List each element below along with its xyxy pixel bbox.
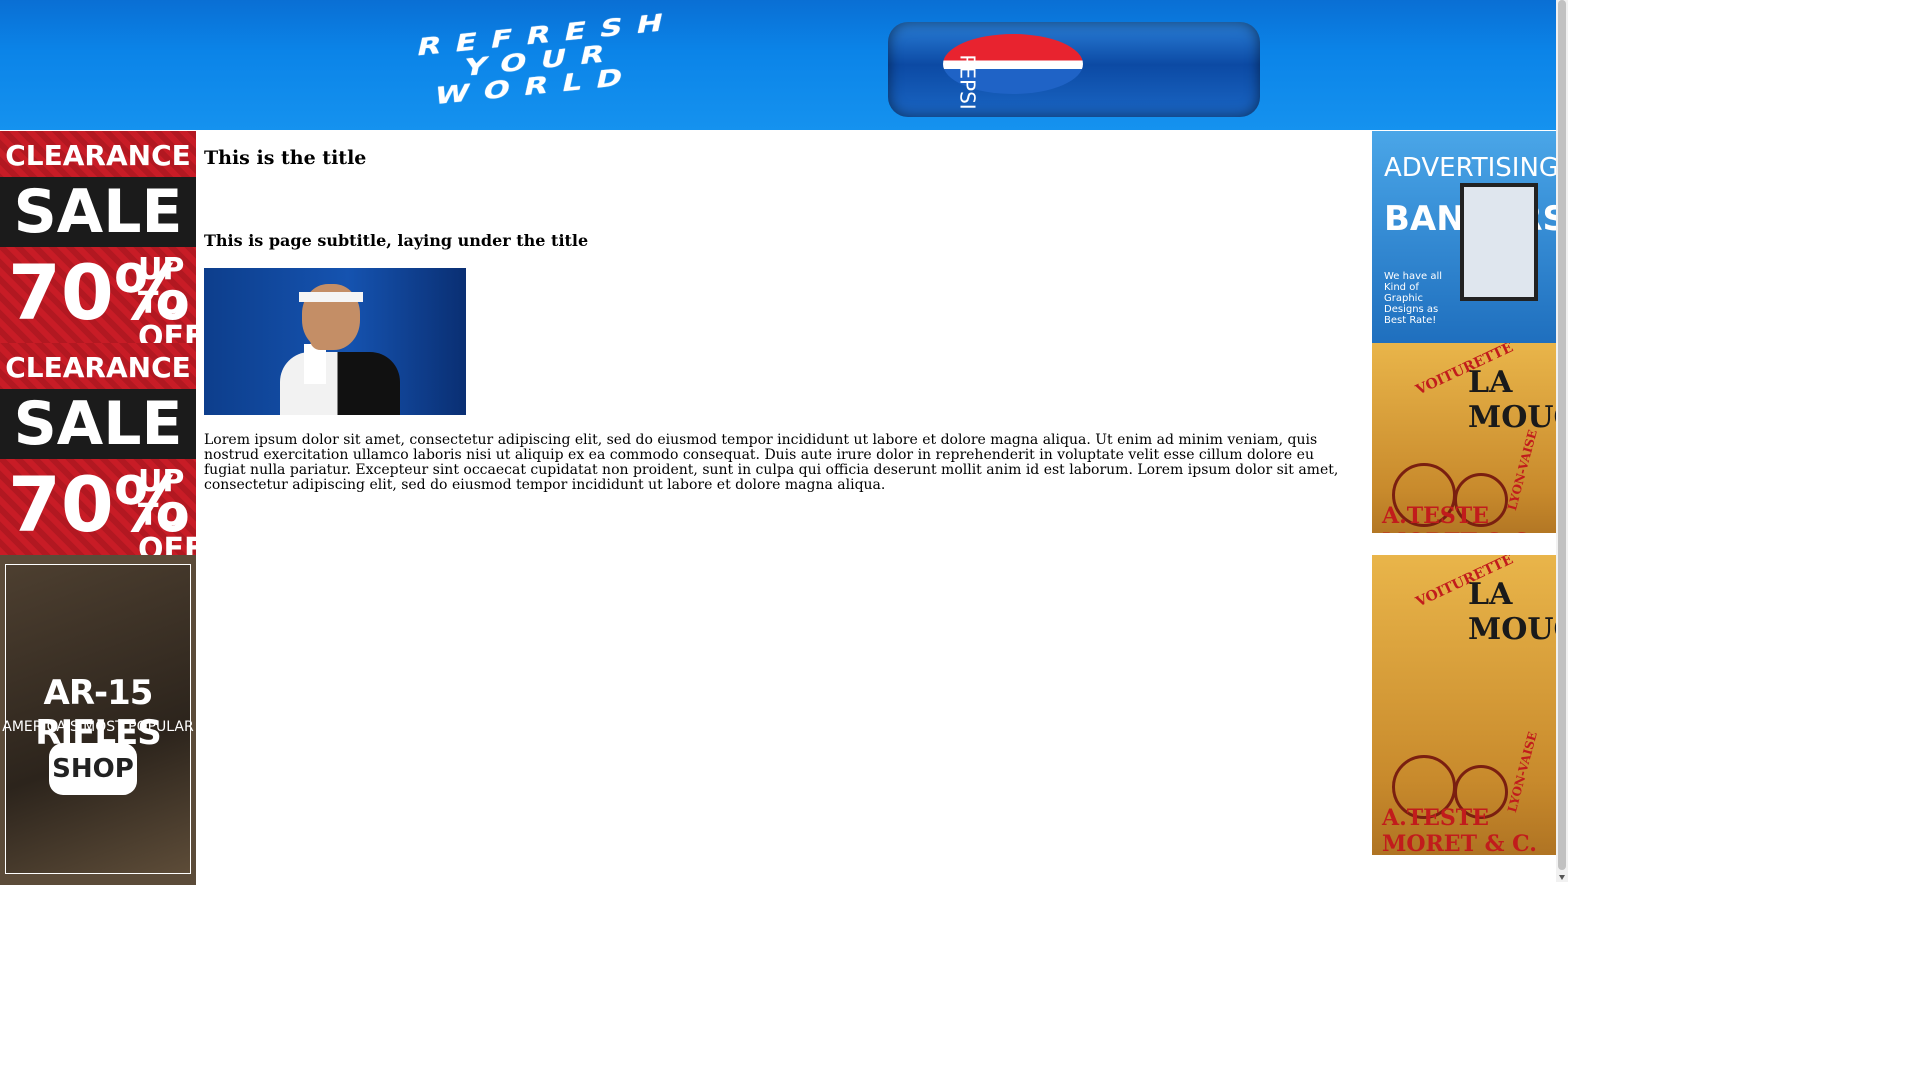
ad-caption: We have all Kind of Graphic Designs as B… — [1384, 271, 1443, 326]
advertising-banners-ad[interactable]: ADVERTISING BANNERS We have all Kind of … — [1372, 131, 1556, 343]
photo-headband — [299, 292, 363, 302]
can-brand: PEPSI — [955, 54, 980, 110]
scroll-down-arrow-icon[interactable] — [1559, 875, 1565, 880]
page-title: This is the title — [204, 147, 367, 169]
pepsi-can-image: PEPSI — [888, 22, 1260, 117]
ad-footer — [1372, 533, 1556, 555]
scrollbar-thumb[interactable] — [1558, 0, 1566, 870]
right-ad-column: ADVERTISING BANNERS We have all Kind of … — [1372, 131, 1556, 877]
photo-fist — [310, 324, 336, 350]
vintage-poster-ad[interactable]: VOITURETTE LA MOUCHE A.TESTE MORET & C. … — [1372, 555, 1556, 877]
ad-text: A.TESTE MORET & C. — [1382, 805, 1537, 857]
banner-slogan: REFRESH YOUR WORLD — [191, 0, 889, 130]
ad-text: UP TO OFF — [138, 252, 196, 344]
photo-arm — [304, 344, 326, 384]
ad-text: CLEARANCE — [5, 139, 191, 172]
monitor-icon — [1460, 183, 1538, 301]
photo-shirt — [280, 352, 400, 415]
ad-text: UP TO OFF — [138, 464, 196, 556]
vertical-scrollbar[interactable] — [1556, 0, 1568, 882]
ad-footer — [1372, 855, 1556, 877]
ad-text: SALE — [0, 389, 196, 459]
ad-text: ADVERTISING — [1384, 153, 1556, 183]
ad-text: CLEARANCE — [5, 351, 191, 384]
main-content: This is the title This is page subtitle,… — [204, 131, 1354, 493]
top-ad-banner[interactable]: REFRESH YOUR WORLD PEPSI — [0, 0, 1556, 130]
tennis-player-image — [204, 268, 466, 415]
ad-subtitle: AMERICA'S MOST POPULAR — [2, 719, 194, 735]
ad-text: LYON-VAISE — [1505, 428, 1541, 512]
ad-title: AR-15 RIFLES — [35, 673, 161, 753]
ad-title: LA MOUCHE — [1468, 365, 1556, 435]
page-subtitle: This is page subtitle, laying under the … — [204, 231, 589, 250]
left-ad-column: CLEARANCE SALE 70% UP TO OFF CLEARANCE S… — [0, 131, 196, 885]
rifle-ad[interactable]: AR-15 RIFLES AMERICA'S MOST POPULAR SHOP — [0, 555, 196, 885]
shop-button[interactable]: SHOP — [49, 743, 137, 795]
ad-text: SALE — [0, 177, 196, 247]
clearance-sale-ad[interactable]: CLEARANCE SALE 70% UP TO OFF — [0, 343, 196, 555]
ad-title: LA MOUCHE — [1468, 577, 1556, 647]
vintage-poster-ad[interactable]: VOITURETTE LA MOUCHE A.TESTE MORET & C. … — [1372, 343, 1556, 555]
body-paragraph: Lorem ipsum dolor sit amet, consectetur … — [204, 432, 1339, 493]
clearance-sale-ad[interactable]: CLEARANCE SALE 70% UP TO OFF — [0, 131, 196, 343]
ad-text: LYON-VAISE — [1505, 730, 1541, 814]
